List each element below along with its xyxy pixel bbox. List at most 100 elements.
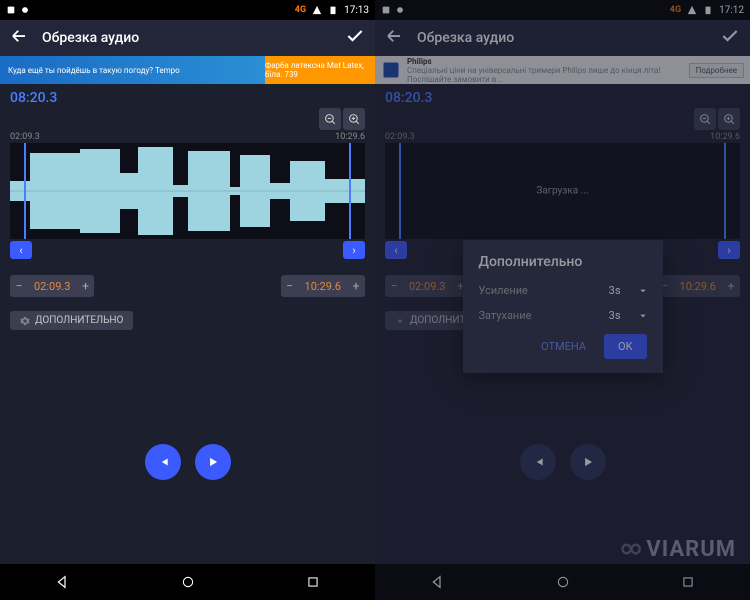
total-duration: 08:20.3 [0,84,375,108]
gear-icon [20,316,30,326]
cloud-icon [20,5,30,15]
right-screenshot: 4G 17:12 Обрезка аудио Philips Спеціальн… [375,0,750,600]
extra-dialog: Дополнительно Усиление 3s Затухание 3s О… [463,240,663,373]
start-marker-value: 02:09.3 [403,280,451,293]
ad-text: Спеціальні ціни на універсальні тримери … [407,66,660,84]
zoom-out-button[interactable] [319,108,341,130]
time-markers: − 02:09.3 + − 10:29.6 + [10,275,365,297]
ad-cta-button[interactable]: Подробнее [689,63,744,78]
fade-select[interactable]: 3s [609,309,647,322]
end-marker-value: 10:29.6 [299,280,347,293]
gain-label: Усиление [479,284,528,297]
trim-handle-right[interactable]: › [343,241,365,259]
wave-end-label: 10:29.6 [710,132,740,142]
zoom-out-button[interactable] [694,108,716,130]
gain-value: 3s [609,284,621,297]
page-title: Обрезка аудио [42,30,345,46]
trim-handle-left[interactable]: ‹ [10,241,32,259]
back-button[interactable] [385,27,403,49]
dialog-cancel-button[interactable]: ОТМЕНА [531,334,596,359]
waveform-area[interactable]: Загрузка ... [385,143,740,239]
wave-start-label: 02:09.3 [10,132,40,142]
trim-handle-left-line [24,143,26,239]
app-bar: Обрезка аудио [0,20,375,56]
extra-button[interactable]: ДОПОЛНИТЕЛЬНО [10,311,133,330]
waveform-block: 02:09.3 10:29.6 [10,108,365,259]
nav-back[interactable] [418,570,458,594]
status-bar: 4G 17:12 [375,0,750,20]
clock: 17:12 [719,5,744,16]
chevron-down-icon [639,312,647,320]
end-marker: − 10:29.6 + [281,275,365,297]
confirm-button[interactable] [720,26,740,50]
end-marker-minus[interactable]: − [281,275,299,297]
ad-banner[interactable]: Куда ещё ты пойдёшь в такую погоду? Temp… [0,56,375,84]
android-nav-bar [0,564,375,600]
nav-home[interactable] [543,570,583,594]
confirm-button[interactable] [345,26,365,50]
waveform-svg [10,143,365,239]
dialog-title: Дополнительно [479,254,647,270]
notif-icon [381,5,391,15]
page-title: Обрезка аудио [417,30,720,46]
signal-icon [687,5,697,15]
nav-home[interactable] [168,570,208,594]
gear-icon [395,316,405,326]
signal-icon [312,5,322,15]
start-marker-plus[interactable]: + [76,275,94,297]
end-marker-plus[interactable]: + [347,275,365,297]
zoom-in-button[interactable] [343,108,365,130]
waveform-block: 02:09.3 10:29.6 Загрузка ... ‹ › [385,108,740,259]
play-button[interactable] [570,444,606,480]
fade-label: Затухание [479,309,532,322]
total-duration: 08:20.3 [375,84,750,108]
end-marker-value: 10:29.6 [674,280,722,293]
start-marker-value: 02:09.3 [28,280,76,293]
trim-handle-left-line [399,143,401,239]
start-marker-minus[interactable]: − [385,275,403,297]
trim-handle-right[interactable]: › [718,241,740,259]
previous-button[interactable] [520,444,556,480]
battery-icon [328,5,338,15]
loading-text: Загрузка ... [536,186,588,197]
ad-banner[interactable]: Philips Спеціальні ціни на універсальні … [375,56,750,84]
zoom-in-button[interactable] [718,108,740,130]
waveform-area[interactable] [10,143,365,239]
trim-handle-left[interactable]: ‹ [385,241,407,259]
wave-start-label: 02:09.3 [385,132,415,142]
notif-icon [6,5,16,15]
left-screenshot: 4G 17:13 Обрезка аудио Куда ещё ты пойдё… [0,0,375,600]
network-badge: 4G [295,5,306,15]
nav-recent[interactable] [293,570,333,594]
cloud-icon [395,5,405,15]
network-badge: 4G [670,5,681,15]
ad-product-text: Фарба латексна Mat Latex, біла. 739 [265,61,375,79]
trim-handle-right-line [724,143,726,239]
status-bar: 4G 17:13 [0,0,375,20]
nav-back[interactable] [43,570,83,594]
previous-button[interactable] [145,444,181,480]
trim-handle-right-line [349,143,351,239]
gain-select[interactable]: 3s [609,284,647,297]
chevron-down-icon [639,287,647,295]
android-nav-bar [375,564,750,600]
back-button[interactable] [10,27,28,49]
start-marker-minus[interactable]: − [10,275,28,297]
nav-recent[interactable] [668,570,708,594]
battery-icon [703,5,713,15]
play-controls [520,444,606,480]
ad-logo-icon [381,60,401,80]
end-marker-plus[interactable]: + [722,275,740,297]
ad-banner-text: Куда ещё ты пойдёшь в такую погоду? Temp… [8,66,180,75]
end-marker: − 10:29.6 + [656,275,740,297]
wave-end-label: 10:29.6 [335,132,365,142]
play-button[interactable] [195,444,231,480]
app-bar: Обрезка аудио [375,20,750,56]
dialog-ok-button[interactable]: OK [604,334,646,359]
start-marker: − 02:09.3 + [10,275,94,297]
play-controls [145,444,231,480]
clock: 17:13 [344,5,369,16]
extra-label: ДОПОЛНИТЕЛЬНО [35,315,123,326]
start-marker: − 02:09.3 + [385,275,469,297]
fade-value: 3s [609,309,621,322]
